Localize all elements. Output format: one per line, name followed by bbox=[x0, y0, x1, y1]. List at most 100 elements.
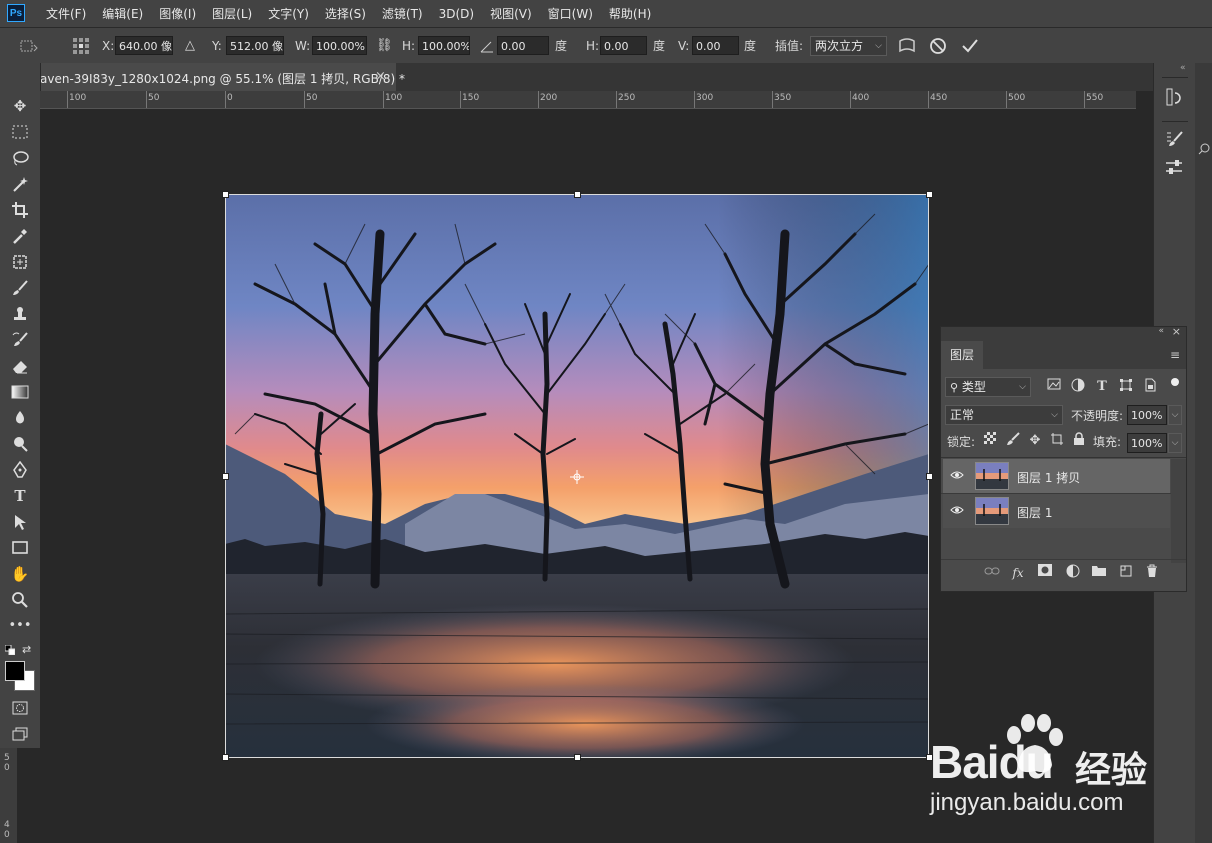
lasso-tool-icon[interactable] bbox=[8, 147, 32, 169]
transform-handle-top-left[interactable] bbox=[222, 191, 229, 198]
menu-filter[interactable]: 滤镜(T) bbox=[374, 5, 431, 22]
transform-handle-top[interactable] bbox=[574, 191, 581, 198]
menu-image[interactable]: 图像(I) bbox=[151, 5, 204, 22]
adjustments-panel-icon[interactable] bbox=[1164, 157, 1184, 180]
type-tool-icon[interactable]: T bbox=[8, 485, 32, 507]
close-panel-icon[interactable]: × bbox=[1172, 325, 1181, 338]
menu-3d[interactable]: 3D(D) bbox=[431, 7, 482, 21]
transform-tool-icon[interactable] bbox=[18, 28, 40, 63]
path-selection-tool-icon[interactable] bbox=[8, 511, 32, 533]
interpolation-select[interactable]: 两次立方 ⌵ bbox=[810, 36, 887, 56]
menu-layer[interactable]: 图层(L) bbox=[204, 5, 260, 22]
swap-colors-icon[interactable]: ⇄ bbox=[22, 643, 31, 656]
delete-layer-icon[interactable] bbox=[1143, 564, 1161, 582]
menu-view[interactable]: 视图(V) bbox=[482, 5, 540, 22]
transform-handle-right[interactable] bbox=[926, 473, 933, 480]
hskew-field[interactable]: 0.00 bbox=[600, 36, 647, 55]
filter-type-icon[interactable]: T bbox=[1093, 378, 1111, 396]
transform-handle-left[interactable] bbox=[222, 473, 229, 480]
search-icon[interactable] bbox=[1198, 143, 1210, 158]
visibility-eye-icon[interactable] bbox=[949, 503, 965, 519]
history-brush-tool-icon[interactable] bbox=[8, 329, 32, 351]
layer-name[interactable]: 图层 1 bbox=[1017, 504, 1052, 521]
layer-filter-select[interactable]: ⚲ 类型 ⌵ bbox=[945, 377, 1031, 397]
blend-mode-select[interactable]: 正常 ⌵ bbox=[945, 405, 1063, 425]
history-panel-icon[interactable] bbox=[1164, 87, 1184, 110]
move-tool-icon[interactable]: ✥ bbox=[8, 95, 32, 117]
reference-point-center-icon[interactable] bbox=[570, 470, 584, 487]
close-tab-icon[interactable]: × bbox=[375, 69, 386, 84]
menu-edit[interactable]: 编辑(E) bbox=[94, 5, 151, 22]
transform-handle-bottom-left[interactable] bbox=[222, 754, 229, 761]
lock-artboard-icon[interactable] bbox=[1048, 432, 1066, 450]
x-position-field[interactable]: 640.00 像素 bbox=[115, 36, 173, 55]
menu-window[interactable]: 窗口(W) bbox=[540, 5, 601, 22]
lock-all-icon[interactable] bbox=[1070, 432, 1088, 450]
new-group-icon[interactable] bbox=[1090, 564, 1108, 582]
default-colors-icon[interactable] bbox=[4, 644, 16, 656]
rectangle-tool-icon[interactable] bbox=[8, 537, 32, 559]
filter-toggle-icon[interactable] bbox=[1171, 378, 1179, 386]
width-field[interactable]: 100.00% bbox=[312, 36, 367, 55]
opacity-field[interactable]: 100% bbox=[1127, 405, 1167, 425]
layer-row[interactable]: 图层 1 bbox=[943, 494, 1170, 528]
collapse-dock-icon[interactable]: « bbox=[1180, 63, 1186, 73]
menu-file[interactable]: 文件(F) bbox=[38, 5, 94, 22]
hand-tool-icon[interactable]: ✋ bbox=[8, 563, 32, 585]
menu-help[interactable]: 帮助(H) bbox=[601, 5, 659, 22]
opacity-dropdown-icon[interactable]: ⌵ bbox=[1168, 405, 1182, 425]
layer-name[interactable]: 图层 1 拷贝 bbox=[1017, 469, 1080, 486]
tab-layers[interactable]: 图层 bbox=[941, 341, 983, 369]
filter-adjustment-icon[interactable] bbox=[1069, 378, 1087, 396]
layer-style-fx-icon[interactable]: fx bbox=[1009, 564, 1027, 582]
menu-type[interactable]: 文字(Y) bbox=[260, 5, 317, 22]
fill-field[interactable]: 100% bbox=[1127, 433, 1167, 453]
layers-scrollbar[interactable] bbox=[1171, 459, 1186, 563]
panel-menu-icon[interactable]: ≡ bbox=[1170, 348, 1180, 362]
marquee-tool-icon[interactable] bbox=[8, 121, 32, 143]
filter-pixel-icon[interactable] bbox=[1045, 378, 1063, 396]
lock-pixels-icon[interactable] bbox=[1004, 432, 1022, 450]
transform-handle-top-right[interactable] bbox=[926, 191, 933, 198]
warp-mode-icon[interactable] bbox=[897, 28, 917, 63]
add-mask-icon[interactable] bbox=[1036, 564, 1054, 582]
lock-position-icon[interactable]: ✥ bbox=[1026, 432, 1044, 450]
dodge-tool-icon[interactable] bbox=[8, 433, 32, 455]
foreground-color-swatch[interactable] bbox=[5, 661, 25, 681]
brush-tool-icon[interactable] bbox=[8, 277, 32, 299]
vskew-field[interactable]: 0.00 bbox=[692, 36, 739, 55]
collapse-panel-icon[interactable]: « bbox=[1158, 326, 1164, 336]
document-tab[interactable]: aven-39I83y_1280x1024.png @ 55.1% (图层 1 … bbox=[40, 63, 405, 91]
crop-tool-icon[interactable] bbox=[8, 199, 32, 221]
eyedropper-tool-icon[interactable] bbox=[8, 225, 32, 247]
zoom-tool-icon[interactable] bbox=[8, 589, 32, 611]
visibility-eye-icon[interactable] bbox=[949, 468, 965, 484]
clone-stamp-tool-icon[interactable] bbox=[8, 303, 32, 325]
transform-handle-bottom[interactable] bbox=[574, 754, 581, 761]
more-tools-icon[interactable]: ••• bbox=[8, 615, 32, 637]
rotation-field[interactable]: 0.00 bbox=[497, 36, 549, 55]
layer-row-selected[interactable]: 图层 1 拷贝 bbox=[943, 459, 1170, 493]
magic-wand-tool-icon[interactable] bbox=[8, 173, 32, 195]
filter-smart-object-icon[interactable] bbox=[1141, 378, 1159, 396]
relative-position-icon[interactable]: △ bbox=[185, 28, 195, 63]
new-layer-icon[interactable] bbox=[1117, 564, 1135, 582]
gradient-tool-icon[interactable] bbox=[8, 381, 32, 403]
brushes-panel-icon[interactable] bbox=[1164, 129, 1184, 152]
height-field[interactable]: 100.00% bbox=[418, 36, 470, 55]
healing-brush-tool-icon[interactable] bbox=[8, 251, 32, 273]
y-position-field[interactable]: 512.00 像素 bbox=[226, 36, 284, 55]
menu-select[interactable]: 选择(S) bbox=[317, 5, 374, 22]
lock-transparent-icon[interactable] bbox=[981, 432, 999, 450]
quick-mask-icon[interactable] bbox=[8, 697, 32, 719]
filter-shape-icon[interactable] bbox=[1117, 378, 1135, 396]
reference-point-icon[interactable] bbox=[72, 28, 90, 63]
link-icon[interactable]: ⛓ bbox=[376, 28, 393, 63]
pen-tool-icon[interactable] bbox=[8, 459, 32, 481]
eraser-tool-icon[interactable] bbox=[8, 355, 32, 377]
commit-transform-icon[interactable] bbox=[961, 28, 979, 63]
fill-dropdown-icon[interactable]: ⌵ bbox=[1168, 433, 1182, 453]
blur-tool-icon[interactable] bbox=[8, 407, 32, 429]
link-layers-icon[interactable] bbox=[983, 564, 1001, 582]
screen-mode-icon[interactable] bbox=[8, 723, 32, 745]
